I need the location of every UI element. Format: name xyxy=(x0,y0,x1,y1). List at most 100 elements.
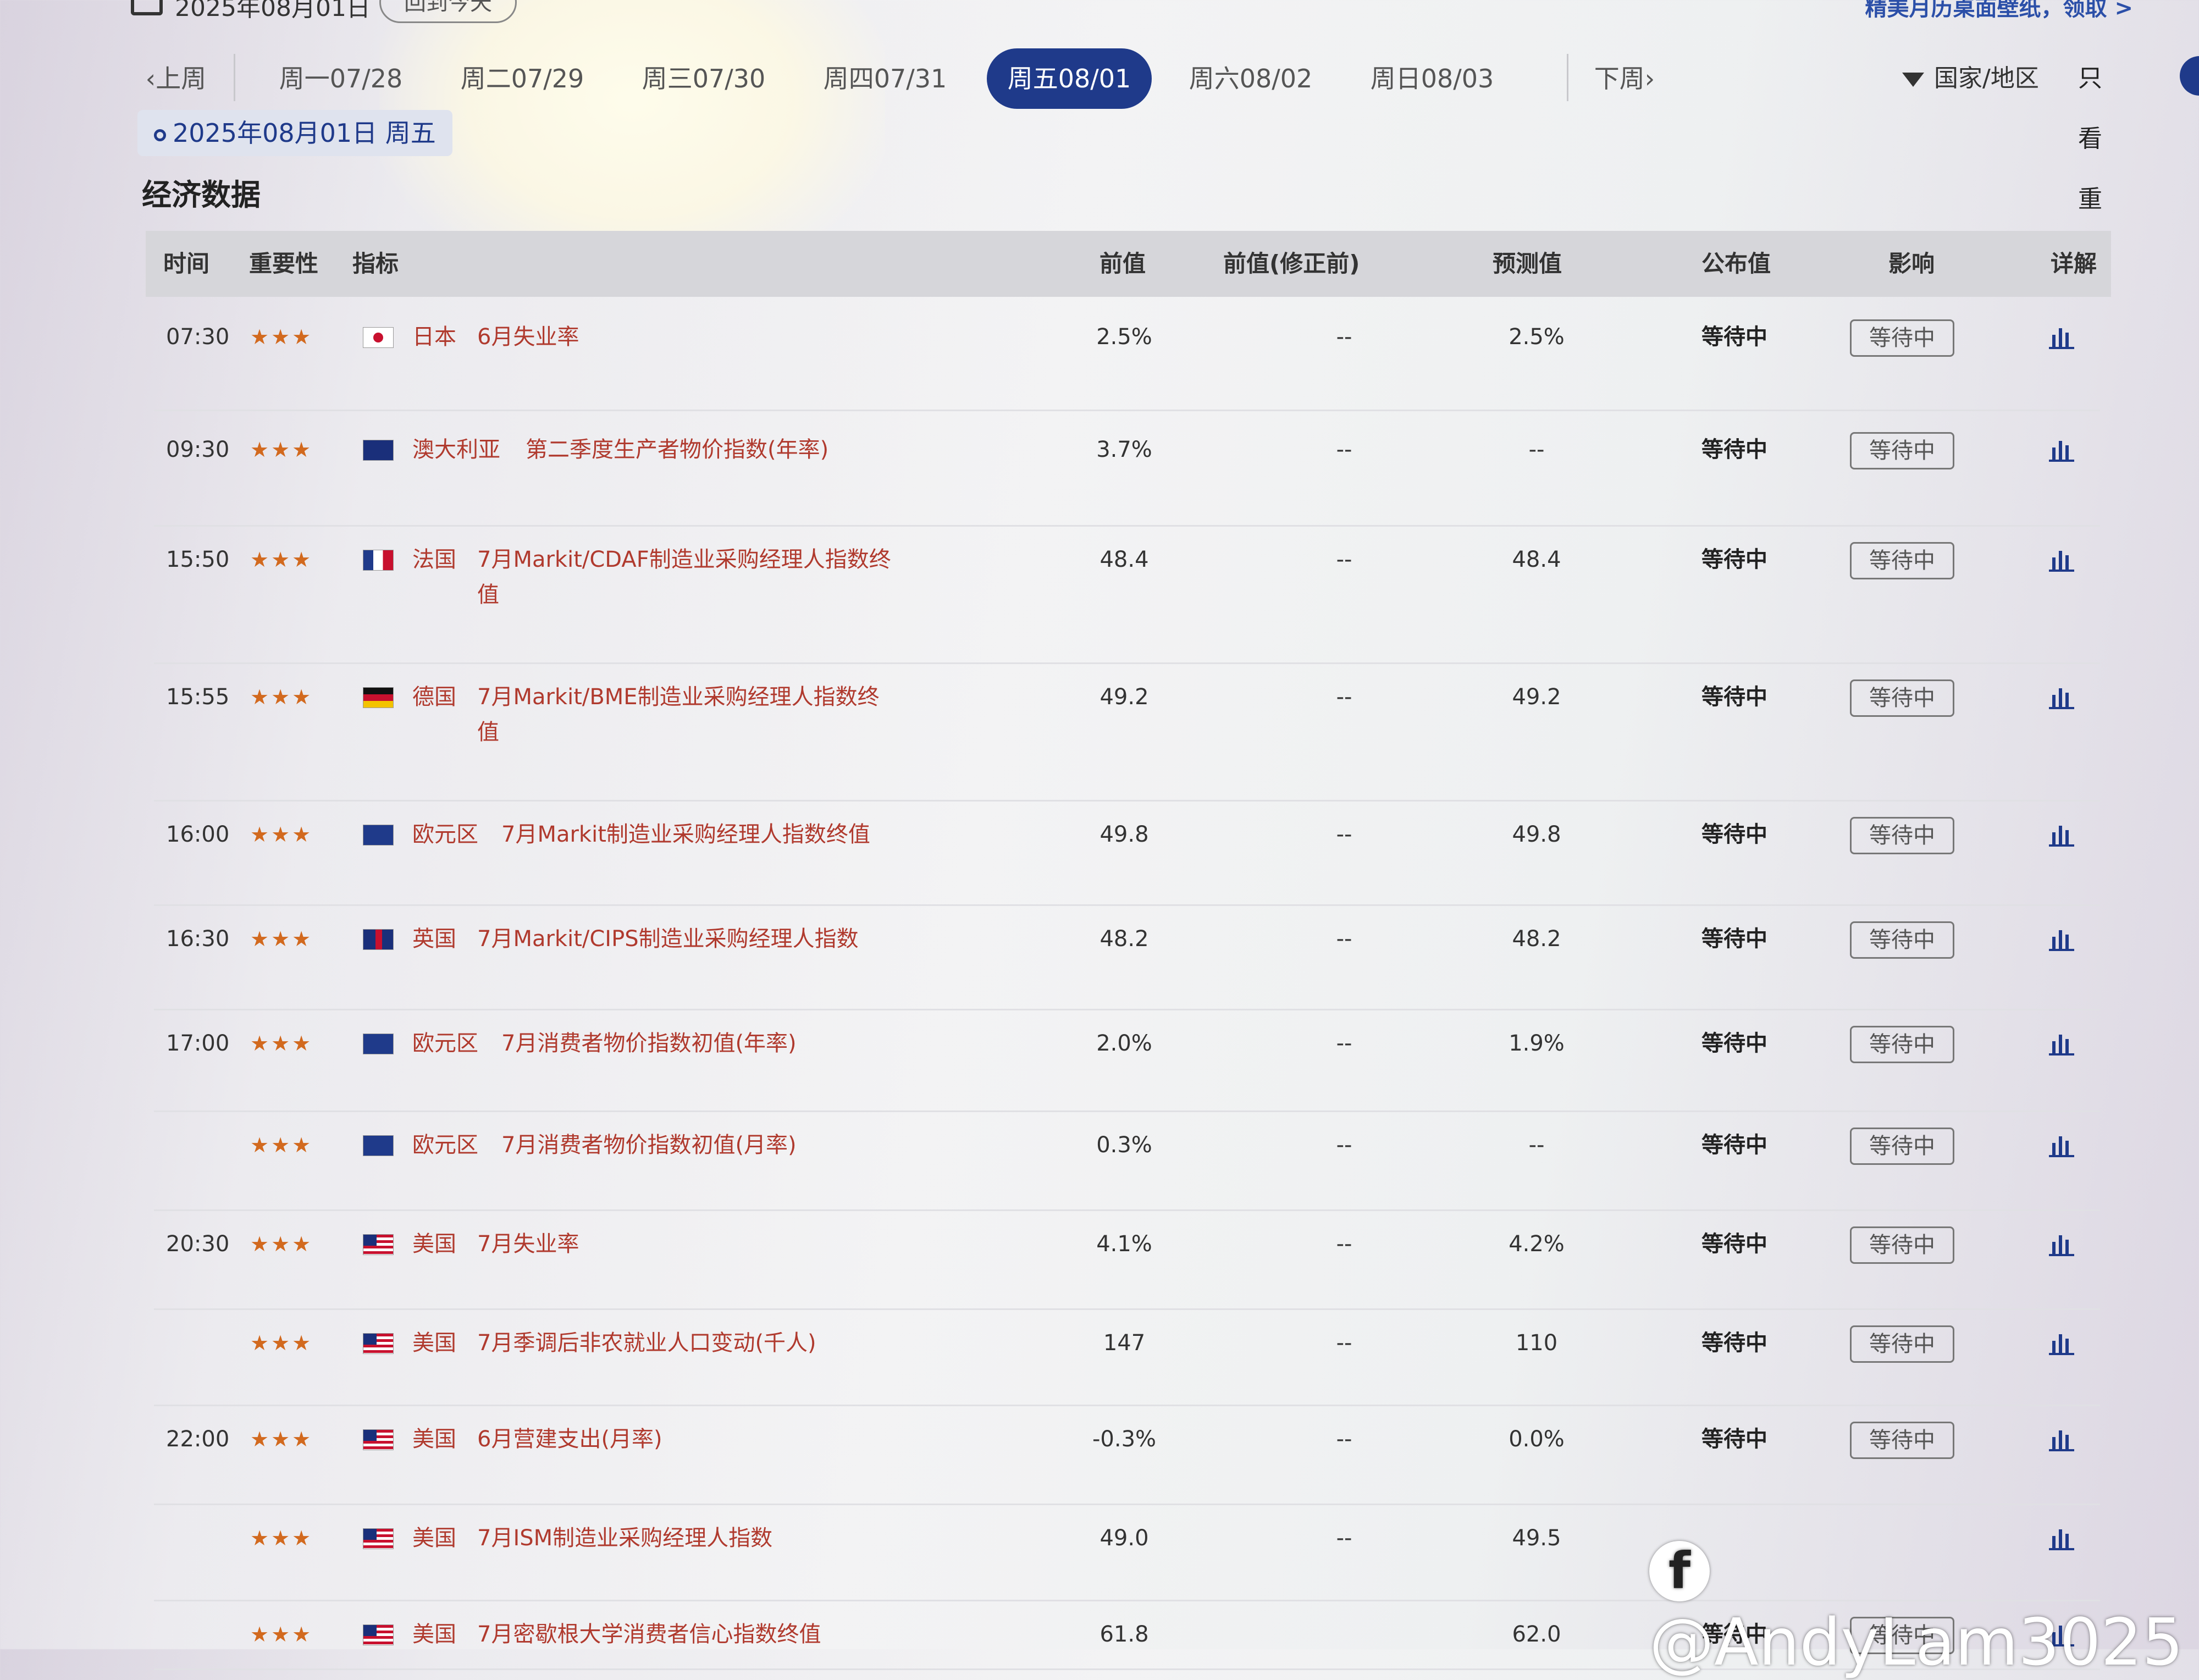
row-country[interactable]: 美国 xyxy=(412,1523,456,1554)
bar-chart-icon[interactable] xyxy=(2048,1133,2075,1157)
week-navigation: ‹上周 周一07/28 周二07/29 周三07/30 周四07/31 周五08… xyxy=(135,48,2199,274)
indicator-text: 7月消费者物价指数初值(年率) xyxy=(501,1031,797,1056)
bar-chart-icon[interactable] xyxy=(2048,822,2075,847)
row-previous-unrevised: -- xyxy=(1336,1132,1352,1158)
day-tab-sun[interactable]: 周日08/03 xyxy=(1352,48,1512,109)
indicator-link[interactable]: 6月失业率 xyxy=(477,322,895,352)
flag-eu-icon xyxy=(363,1034,394,1054)
impact-badge: 等待中 xyxy=(1850,542,1954,579)
table-row: ★★★ 欧元区 0.3% -- -- 等待中 7月消费者物价指数初值(月率) 等待中 xyxy=(154,1113,2100,1211)
indicator-link[interactable]: 7月失业率 xyxy=(477,1229,895,1259)
current-date[interactable]: 2025年08月01日 xyxy=(175,0,371,23)
row-actual: 等待中 xyxy=(1701,437,1767,462)
row-forecast: 62.0 xyxy=(1512,1622,1561,1647)
day-tab-tue[interactable]: 周二07/29 xyxy=(443,48,602,109)
impact-badge: 等待中 xyxy=(1850,1226,1954,1264)
indicator-link[interactable]: 7月消费者物价指数初值(年率) xyxy=(501,1028,919,1059)
row-forecast: 49.2 xyxy=(1512,684,1561,710)
row-time: 15:55 xyxy=(166,684,230,710)
important-only-toggle[interactable] xyxy=(2180,56,2199,96)
indicator-link[interactable]: 7月密歇根大学消费者信心指数终值 xyxy=(477,1619,895,1650)
row-country[interactable]: 日本 xyxy=(412,322,456,352)
row-previous: 147 xyxy=(1103,1330,1146,1356)
importance-stars: ★★★ xyxy=(250,1031,313,1055)
indicator-text: 7月Markit/CDAF制造业采购经理人指数终 xyxy=(477,547,891,572)
flag-us-icon xyxy=(363,1624,394,1645)
calendar-icon[interactable] xyxy=(131,0,163,15)
row-previous-unrevised: -- xyxy=(1336,1427,1352,1452)
row-country[interactable]: 法国 xyxy=(412,544,456,575)
row-forecast: 4.2% xyxy=(1509,1231,1565,1257)
indicator-link[interactable]: 7月Markit制造业采购经理人指数终值 xyxy=(501,819,919,850)
indicator-text: 7月Markit/CIPS制造业采购经理人指数 xyxy=(477,926,859,952)
row-country[interactable]: 澳大利亚 xyxy=(412,434,500,465)
bar-chart-icon[interactable] xyxy=(2048,1427,2075,1451)
next-week-button[interactable]: 下周› xyxy=(1581,48,1668,109)
day-tab-fri[interactable]: 周五08/01 xyxy=(987,48,1152,109)
row-previous-unrevised: -- xyxy=(1336,1330,1352,1356)
flag-jp-icon xyxy=(363,327,394,348)
indicator-text: 7月Markit/BME制造业采购经理人指数终 xyxy=(477,684,880,710)
row-country[interactable]: 欧元区 xyxy=(412,1028,478,1059)
row-previous: 61.8 xyxy=(1100,1622,1149,1647)
importance-stars: ★★★ xyxy=(250,1331,313,1355)
indicator-link[interactable]: 7月Markit/CDAF制造业采购经理人指数终值 xyxy=(477,544,895,610)
row-previous: 48.2 xyxy=(1100,926,1149,952)
bar-chart-icon[interactable] xyxy=(2048,325,2075,349)
row-country[interactable]: 德国 xyxy=(412,682,456,712)
wallpaper-promo-link[interactable]: 精美月历桌面壁纸，领取 > xyxy=(1865,0,2133,22)
importance-stars: ★★★ xyxy=(250,438,313,462)
row-time: 16:30 xyxy=(166,926,230,952)
indicator-link[interactable]: 第二季度生产者物价指数(年率) xyxy=(526,434,943,465)
row-previous-unrevised: -- xyxy=(1336,547,1352,572)
impact-badge: 等待中 xyxy=(1850,921,1954,959)
row-previous-unrevised: -- xyxy=(1336,1526,1352,1551)
row-forecast: 49.5 xyxy=(1512,1526,1561,1551)
indicator-text: 7月季调后非农就业人口变动(千人) xyxy=(477,1330,816,1356)
bar-chart-icon[interactable] xyxy=(2048,927,2075,951)
day-tab-mon[interactable]: 周一07/28 xyxy=(261,48,421,109)
row-country[interactable]: 英国 xyxy=(412,924,456,954)
header-previous-unrevised: 前值(修正前) xyxy=(1223,250,1360,277)
day-tab-thu[interactable]: 周四07/31 xyxy=(805,48,965,109)
flag-au-icon xyxy=(363,440,394,461)
back-to-today-button[interactable]: 回到今天 xyxy=(379,0,517,23)
indicator-link[interactable]: 6月营建支出(月率) xyxy=(477,1424,895,1455)
row-country[interactable]: 欧元区 xyxy=(412,1130,478,1160)
bar-chart-icon[interactable] xyxy=(2048,685,2075,709)
bar-chart-icon[interactable] xyxy=(2048,548,2075,572)
indicator-link[interactable]: 7月Markit/BME制造业采购经理人指数终值 xyxy=(477,682,895,748)
row-actual: 等待中 xyxy=(1701,1132,1767,1158)
flag-de-icon xyxy=(363,687,394,708)
indicator-link[interactable]: 7月季调后非农就业人口变动(千人) xyxy=(477,1328,895,1358)
row-actual: 等待中 xyxy=(1701,822,1767,847)
bar-chart-icon[interactable] xyxy=(2048,438,2075,462)
impact-badge: 等待中 xyxy=(1850,817,1954,854)
country-filter-button[interactable]: 国家/地区 xyxy=(1902,48,2039,109)
impact-badge: 等待中 xyxy=(1850,1026,1954,1063)
indicator-link[interactable]: 7月消费者物价指数初值(月率) xyxy=(501,1130,919,1160)
day-tab-sat[interactable]: 周六08/02 xyxy=(1171,48,1330,109)
bar-chart-icon[interactable] xyxy=(2048,1232,2075,1256)
header-detail: 详解 xyxy=(2051,250,2097,277)
row-country[interactable]: 美国 xyxy=(412,1424,456,1455)
flag-uk-icon xyxy=(363,929,394,950)
indicator-link[interactable]: 7月Markit/CIPS制造业采购经理人指数 xyxy=(477,924,895,954)
indicator-text: 7月ISM制造业采购经理人指数 xyxy=(477,1526,773,1551)
row-country[interactable]: 美国 xyxy=(412,1619,456,1650)
row-previous: 0.3% xyxy=(1096,1132,1152,1158)
table-row: 17:00 ★★★ 欧元区 2.0% -- 1.9% 等待中 7月消费者物价指数初值(年率) 等… xyxy=(154,1012,2100,1112)
indicator-link[interactable]: 7月ISM制造业采购经理人指数 xyxy=(477,1523,895,1554)
bar-chart-icon[interactable] xyxy=(2048,1031,2075,1055)
importance-stars: ★★★ xyxy=(250,1232,313,1256)
prev-week-button[interactable]: ‹上周 xyxy=(135,48,217,109)
row-country[interactable]: 欧元区 xyxy=(412,819,478,850)
header-forecast: 预测值 xyxy=(1493,250,1562,277)
row-country[interactable]: 美国 xyxy=(412,1229,456,1259)
bar-chart-icon[interactable] xyxy=(2048,1331,2075,1355)
flag-us-icon xyxy=(363,1234,394,1255)
row-country[interactable]: 美国 xyxy=(412,1328,456,1358)
row-actual: 等待中 xyxy=(1701,684,1767,710)
row-actual: 等待中 xyxy=(1701,324,1767,350)
day-tab-wed[interactable]: 周三07/30 xyxy=(624,48,783,109)
